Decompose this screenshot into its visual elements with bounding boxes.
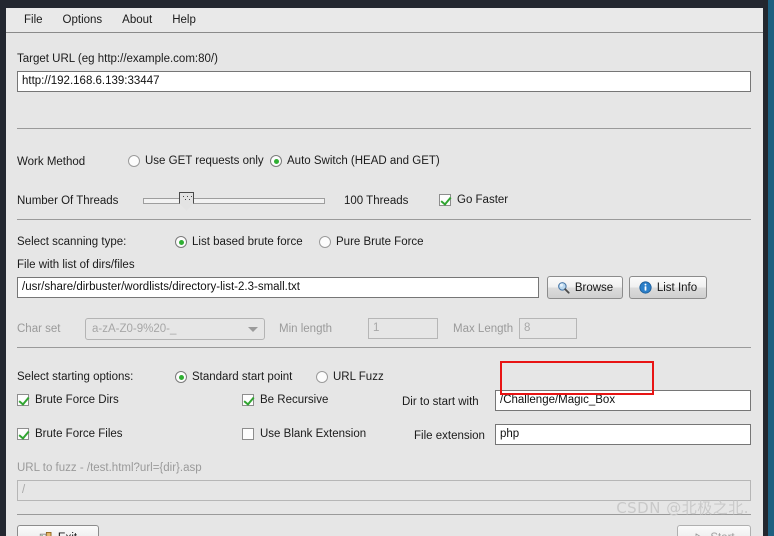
- charset-combobox[interactable]: a-zA-Z0-9%20-_: [85, 318, 265, 340]
- checkbox-label: Go Faster: [457, 194, 509, 206]
- list-info-button[interactable]: List Info: [629, 276, 707, 299]
- radio-indicator: [175, 371, 187, 383]
- menu-item-options[interactable]: Options: [53, 11, 113, 29]
- desktop-background: File Options About Help Target URL (eg h…: [0, 0, 774, 536]
- checkbox-indicator: [439, 194, 451, 206]
- list-info-label: List Info: [656, 281, 698, 294]
- exit-label: Exit: [58, 532, 77, 536]
- checkbox-indicator: [242, 428, 254, 440]
- separator-1: [17, 128, 751, 129]
- info-icon: [639, 281, 652, 294]
- start-button[interactable]: Start: [677, 525, 751, 536]
- checkbox-indicator: [17, 428, 29, 440]
- threads-value-label: 100 Threads: [344, 195, 409, 207]
- threads-label: Number Of Threads: [17, 195, 119, 207]
- scan-type-label: Select scanning type:: [17, 236, 127, 248]
- charset-label: Char set: [17, 323, 61, 335]
- separator-2: [17, 219, 751, 220]
- exit-door-icon: [39, 531, 53, 536]
- radio-list-based-brute-force[interactable]: List based brute force: [175, 236, 303, 248]
- wordlist-file-label: File with list of dirs/files: [17, 259, 135, 271]
- checkbox-indicator: [242, 394, 254, 406]
- checkbox-label: Use Blank Extension: [260, 428, 367, 440]
- desktop-right-accent-strip: [768, 0, 774, 536]
- work-method-label: Work Method: [17, 156, 86, 168]
- checkbox-go-faster[interactable]: Go Faster: [439, 194, 508, 206]
- menu-item-help[interactable]: Help: [162, 11, 206, 29]
- max-length-input[interactable]: 8: [519, 318, 577, 339]
- checkbox-indicator: [17, 394, 29, 406]
- magnifier-icon: [557, 281, 570, 294]
- file-extension-input[interactable]: php: [495, 424, 751, 445]
- dir-to-start-label: Dir to start with: [402, 396, 479, 408]
- slider-thumb[interactable]: [179, 192, 194, 203]
- menu-item-file[interactable]: File: [14, 11, 53, 29]
- slider-thumb-grip: [182, 195, 193, 202]
- exit-button[interactable]: Exit: [17, 525, 99, 536]
- play-icon: [693, 532, 705, 536]
- radio-url-fuzz[interactable]: URL Fuzz: [316, 371, 384, 383]
- chevron-down-icon: [248, 326, 258, 332]
- target-url-label: Target URL (eg http://example.com:80/): [17, 53, 218, 65]
- radio-auto-switch[interactable]: Auto Switch (HEAD and GET): [270, 155, 440, 167]
- dirbuster-window: File Options About Help Target URL (eg h…: [6, 8, 763, 536]
- radio-indicator: [270, 155, 282, 167]
- dir-to-start-input[interactable]: /Challenge/Magic_Box: [495, 390, 751, 411]
- checkbox-label: Brute Force Files: [35, 428, 123, 440]
- threads-slider[interactable]: [143, 190, 325, 210]
- min-length-label: Min length: [279, 323, 333, 335]
- radio-label: Pure Brute Force: [336, 236, 424, 248]
- radio-label: Use GET requests only: [145, 155, 264, 167]
- checkbox-be-recursive[interactable]: Be Recursive: [242, 394, 328, 406]
- radio-indicator: [316, 371, 328, 383]
- browse-label: Browse: [574, 281, 614, 294]
- radio-indicator: [175, 236, 187, 248]
- url-to-fuzz-label: URL to fuzz - /test.html?url={dir}.asp: [17, 462, 202, 474]
- radio-indicator: [319, 236, 331, 248]
- radio-use-get-only[interactable]: Use GET requests only: [128, 155, 264, 167]
- main-content: Target URL (eg http://example.com:80/) h…: [6, 33, 763, 536]
- radio-standard-start-point[interactable]: Standard start point: [175, 371, 292, 383]
- target-url-input[interactable]: http://192.168.6.139:33447: [17, 71, 751, 92]
- radio-label: URL Fuzz: [333, 371, 384, 383]
- watermark-text: CSDN @北极之北.: [616, 499, 749, 517]
- separator-3: [17, 347, 751, 348]
- checkbox-label: Be Recursive: [260, 394, 329, 406]
- menu-item-about[interactable]: About: [112, 11, 162, 29]
- radio-label: List based brute force: [192, 236, 303, 248]
- radio-label: Auto Switch (HEAD and GET): [287, 155, 440, 167]
- radio-pure-brute-force[interactable]: Pure Brute Force: [319, 236, 424, 248]
- wordlist-file-input[interactable]: /usr/share/dirbuster/wordlists/directory…: [17, 277, 539, 298]
- slider-track: [143, 198, 325, 204]
- checkbox-label: Brute Force Dirs: [35, 394, 119, 406]
- charset-value: a-zA-Z0-9%20-_: [92, 323, 177, 335]
- menu-bar: File Options About Help: [6, 8, 763, 33]
- starting-options-label: Select starting options:: [17, 371, 134, 383]
- start-label: Start: [710, 532, 734, 536]
- file-extension-label: File extension: [414, 430, 485, 442]
- min-length-input[interactable]: 1: [368, 318, 438, 339]
- checkbox-brute-force-dirs[interactable]: Brute Force Dirs: [17, 394, 119, 406]
- max-length-label: Max Length: [453, 323, 514, 335]
- checkbox-brute-force-files[interactable]: Brute Force Files: [17, 428, 123, 440]
- browse-button[interactable]: Browse: [547, 276, 623, 299]
- radio-label: Standard start point: [192, 371, 293, 383]
- radio-indicator: [128, 155, 140, 167]
- checkbox-use-blank-extension[interactable]: Use Blank Extension: [242, 428, 366, 440]
